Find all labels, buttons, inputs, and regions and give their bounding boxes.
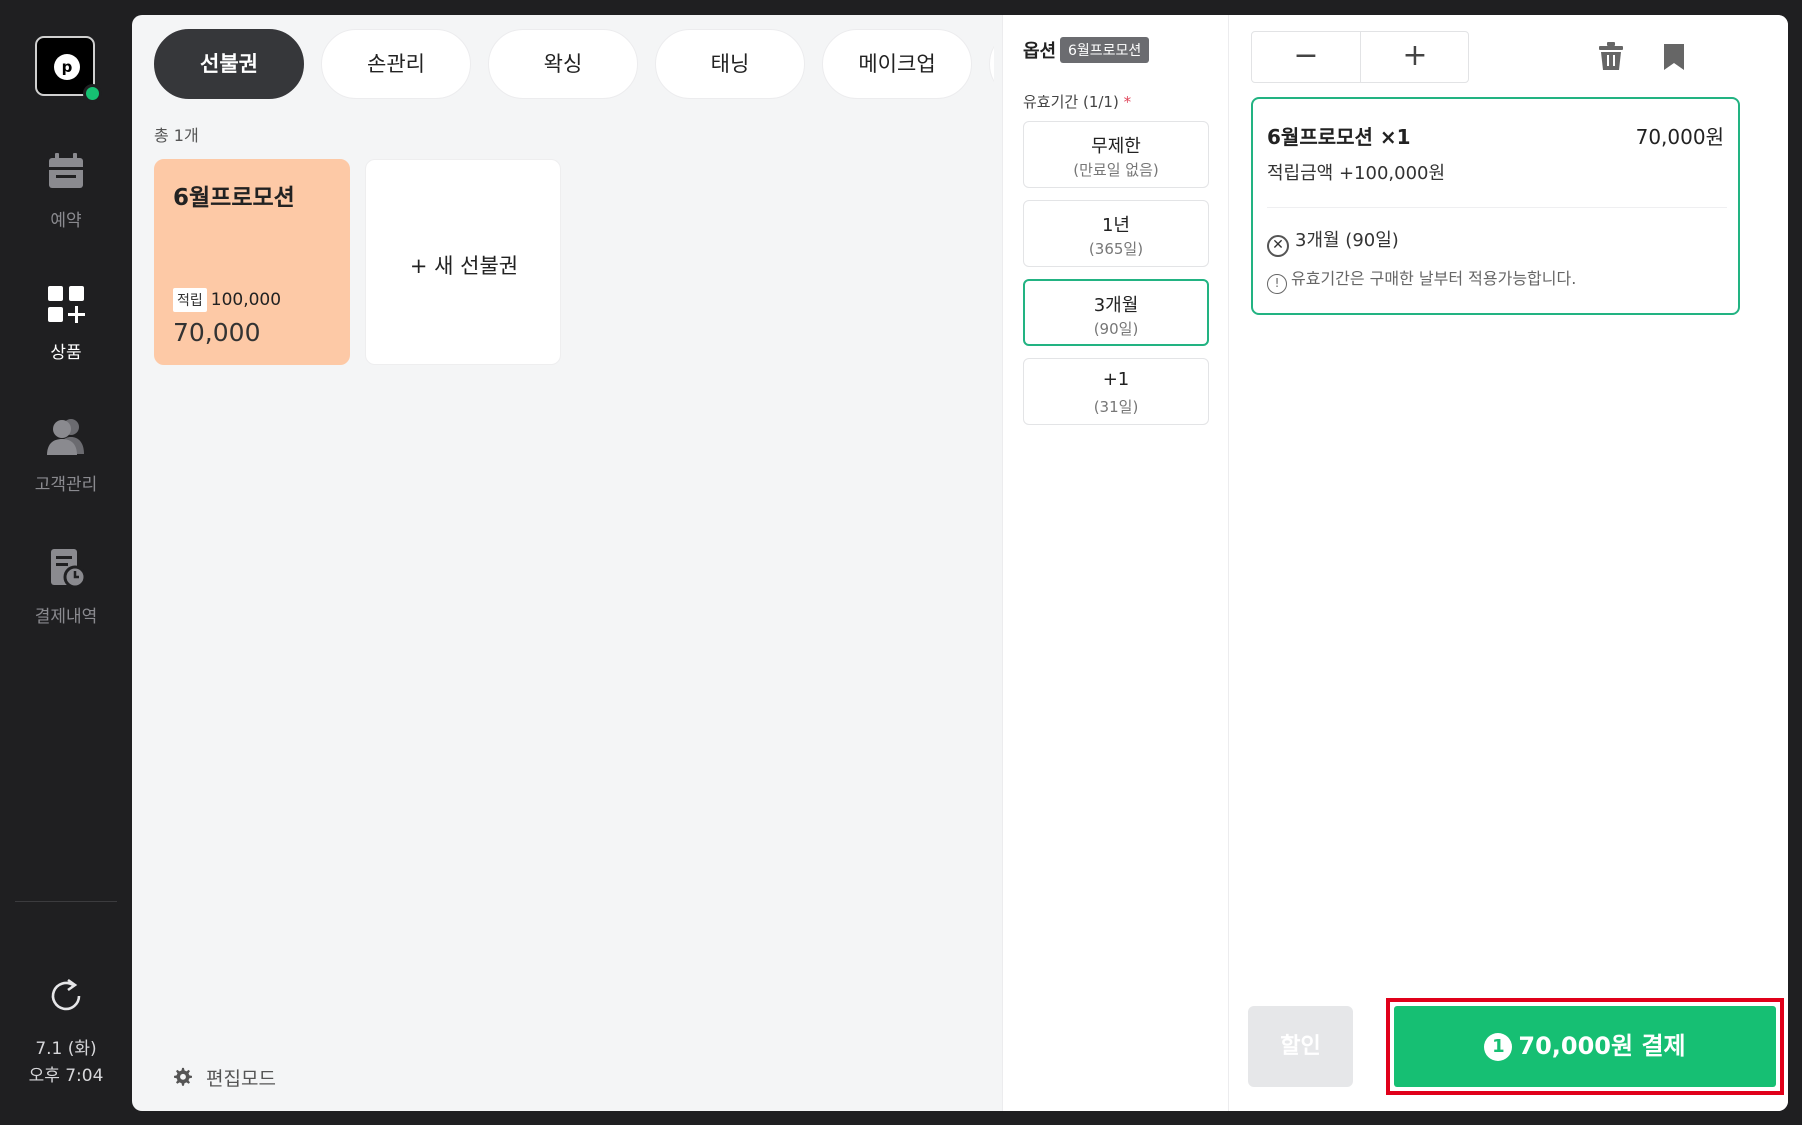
validity-note: ! 유효기간은 구매한 날부터 적용가능합니다. xyxy=(1267,265,1576,294)
options-product-badge: 6월프로모션 xyxy=(1060,37,1150,63)
logo-letter: p xyxy=(54,54,80,80)
trash-icon[interactable] xyxy=(1597,41,1625,71)
product-price: 70,000 xyxy=(173,318,261,347)
option-title: 3개월 xyxy=(1093,295,1139,316)
pay-label: 70,000원 결제 xyxy=(1518,1032,1686,1060)
product-title: 6월프로모션 xyxy=(173,185,295,211)
earn-chip: 적립 xyxy=(173,288,207,312)
nav-label: 결제내역 xyxy=(34,607,98,627)
category-tabs: 선불권 손관리 왁싱 태닝 메이크업 xyxy=(154,29,994,99)
option-sub: (90일) xyxy=(1093,320,1139,338)
earn-amount: 100,000 xyxy=(210,290,282,310)
users-icon xyxy=(47,419,84,455)
tab-hand-care[interactable]: 손관리 xyxy=(321,29,471,99)
online-status-dot xyxy=(83,84,102,103)
rail-datetime: 7.1 (화) 오후 7:04 xyxy=(0,1036,132,1090)
required-mark: * xyxy=(1123,93,1132,111)
tab-waxing[interactable]: 왁싱 xyxy=(488,29,638,99)
nav-item-reservation[interactable]: 예약 xyxy=(0,150,132,260)
discount-button[interactable]: 할인 xyxy=(1248,1006,1353,1087)
refresh-icon[interactable] xyxy=(46,976,86,1016)
new-prepaid-label: + 새 선불권 xyxy=(409,254,519,278)
options-panel: 옵션 6월프로모션 유효기간 (1/1) * 무제한 (만료일 없음) 1년 (… xyxy=(1002,15,1228,1111)
pay-button-highlight: 1 70,000원 결제 xyxy=(1386,998,1784,1095)
cart-item-card[interactable]: 6월프로모션 ×1 70,000원 적립금액 +100,000원 ✕ 3개월 (9… xyxy=(1251,97,1740,315)
tab-overflow[interactable] xyxy=(989,29,994,99)
cart-item-earn: 적립금액 +100,000원 xyxy=(1267,163,1446,184)
product-earn-row: 적립 100,000 xyxy=(173,288,281,312)
tab-tanning[interactable]: 태닝 xyxy=(655,29,805,99)
cart-item-price: 70,000원 xyxy=(1635,125,1724,149)
option-sub: (365일) xyxy=(1088,240,1144,258)
nav-item-products[interactable]: 상품 xyxy=(0,282,132,392)
validity-note-text: 유효기간은 구매한 날부터 적용가능합니다. xyxy=(1291,269,1577,288)
quantity-stepper: − + xyxy=(1251,31,1469,83)
decrease-button[interactable]: − xyxy=(1252,32,1360,82)
remove-option-icon[interactable]: ✕ xyxy=(1267,235,1289,257)
option-unlimited[interactable]: 무제한 (만료일 없음) xyxy=(1023,121,1209,188)
validity-label: 유효기간 (1/1) * xyxy=(1023,91,1131,112)
tab-makeup[interactable]: 메이크업 xyxy=(822,29,972,99)
cart-item-option: ✕ 3개월 (90일) xyxy=(1267,226,1399,257)
cart-item-name: 6월프로모션 ×1 xyxy=(1267,125,1411,149)
new-prepaid-card[interactable]: + 새 선불권 xyxy=(365,159,561,365)
product-card[interactable]: 6월프로모션 적립 100,000 70,000 xyxy=(154,159,350,365)
pay-button[interactable]: 1 70,000원 결제 xyxy=(1394,1006,1776,1087)
rail-divider xyxy=(15,901,117,902)
cart-option-text: 3개월 (90일) xyxy=(1295,230,1399,251)
nav-label: 상품 xyxy=(50,343,82,363)
options-header: 옵션 xyxy=(1023,41,1057,62)
cart-item-divider xyxy=(1267,207,1727,208)
option-1-year[interactable]: 1년 (365일) xyxy=(1023,200,1209,267)
left-nav-rail: p 예약 상품 고객관리 결제내역 7.1 (화) 오후 7:04 xyxy=(0,0,132,1125)
rail-date: 7.1 (화) xyxy=(35,1039,97,1059)
option-plus-1[interactable]: +1 (31일) xyxy=(1023,358,1209,425)
cart-panel: − + 6월프로모션 ×1 70,000원 적립금액 +100,000원 ✕ 3… xyxy=(1228,15,1788,1111)
pay-item-count: 1 xyxy=(1484,1033,1513,1061)
calendar-icon xyxy=(49,153,83,188)
nav-item-customers[interactable]: 고객관리 xyxy=(0,414,132,524)
gear-icon xyxy=(174,1067,192,1086)
rail-time: 오후 7:04 xyxy=(28,1066,104,1086)
nav-item-payment-history[interactable]: 결제내역 xyxy=(0,546,132,656)
validity-label-text: 유효기간 (1/1) xyxy=(1023,93,1119,111)
tab-prepaid[interactable]: 선불권 xyxy=(154,29,304,99)
product-count: 총 1개 xyxy=(154,126,199,145)
info-icon: ! xyxy=(1267,274,1287,294)
option-title: 무제한 xyxy=(1091,136,1141,157)
option-3-months[interactable]: 3개월 (90일) xyxy=(1023,279,1209,346)
nav-label: 예약 xyxy=(50,211,82,231)
receipt-clock-icon xyxy=(51,549,87,589)
option-title: 1년 xyxy=(1101,215,1130,236)
bookmark-icon[interactable] xyxy=(1663,43,1685,71)
option-sub: (31일) xyxy=(1093,398,1139,416)
edit-mode-label: 편집모드 xyxy=(206,1068,276,1090)
pos-window: p 예약 상품 고객관리 결제내역 7.1 (화) 오후 7:04 선불권 손관… xyxy=(0,0,1802,1125)
option-title: +1 xyxy=(1102,369,1130,390)
increase-button[interactable]: + xyxy=(1361,32,1469,82)
grid-plus-icon xyxy=(48,286,85,323)
option-sub: (만료일 없음) xyxy=(1073,161,1159,179)
nav-label: 고객관리 xyxy=(34,475,98,495)
main-panel: 선불권 손관리 왁싱 태닝 메이크업 총 1개 6월프로모션 적립 100,000… xyxy=(132,15,1788,1111)
app-logo[interactable]: p xyxy=(35,36,102,103)
